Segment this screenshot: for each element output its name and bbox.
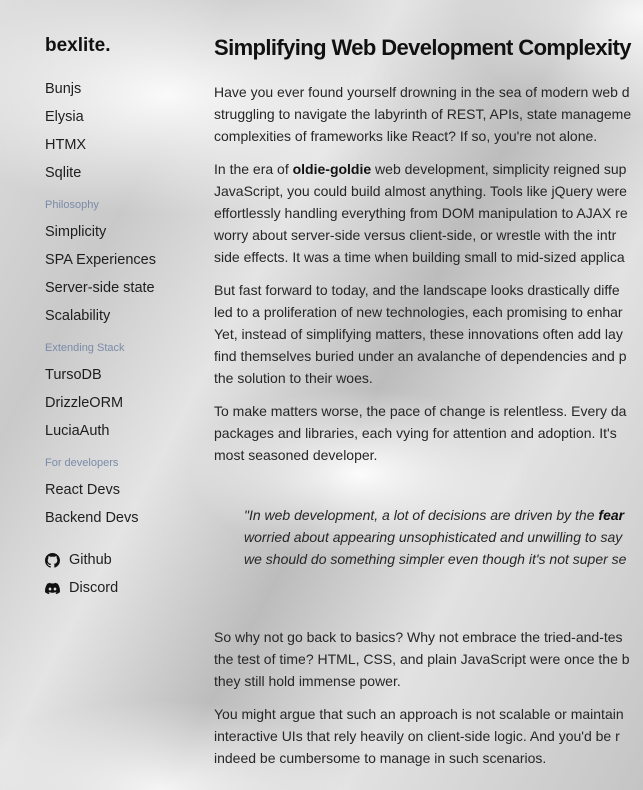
text-line: indeed be cumbersome to manage in such s… [214,750,547,766]
discord-label: Discord [69,580,119,596]
text-fragment: web development, simplicity reigned sup [371,161,627,177]
section-title-philosophy: Philosophy [45,199,99,211]
discord-icon [45,582,60,594]
sidebar-item-react-devs[interactable]: React Devs [45,476,205,504]
paragraph-oldie-goldie: In the era of oldie-goldie web developme… [214,158,643,268]
text-line: most seasoned developer. [214,447,378,463]
paragraph-landscape: But fast forward to today, and the lands… [214,279,643,389]
article: Simplifying Web Development Complexity H… [214,33,643,780]
section-title-extending-stack: Extending Stack [45,342,125,354]
paragraph-pace-of-change: To make matters worse, the pace of chang… [214,400,643,466]
sidebar-item-elysia[interactable]: Elysia [45,103,205,131]
sidebar-item-sqlite[interactable]: Sqlite [45,159,205,187]
text-fragment: In the era of [214,161,293,177]
developers-nav: React Devs Backend Devs [45,476,205,532]
sidebar-item-backend-devs[interactable]: Backend Devs [45,504,205,532]
text-line: To make matters worse, the pace of chang… [214,403,627,419]
section-title-for-developers: For developers [45,457,119,469]
blockquote: "In web development, a lot of decisions … [244,504,643,570]
github-label: Github [69,552,112,568]
text-line: the solution to their woes. [214,370,373,386]
text-line: Yet, instead of simplifying matters, the… [214,326,623,342]
sidebar-item-luciaauth[interactable]: LuciaAuth [45,417,205,445]
text-line: led to a proliferation of new technologi… [214,304,623,320]
paragraph-intro: Have you ever found yourself drowning in… [214,81,643,147]
sidebar-item-scalability[interactable]: Scalability [45,302,205,330]
discord-link[interactable]: Discord [45,574,205,602]
text-line: they still hold immense power. [214,673,401,689]
text-line: effortlessly handling everything from DO… [214,205,628,221]
text-fragment: "In web development, a lot of decisions … [244,507,599,523]
text-line: You might argue that such an approach is… [214,706,624,722]
text-line: "In web development, a lot of decisions … [244,504,643,526]
paragraph-scalability: You might argue that such an approach is… [214,703,643,769]
github-icon [45,552,60,568]
text-line: packages and libraries, each vying for a… [214,425,617,441]
sidebar-item-server-side-state[interactable]: Server-side state [45,274,205,302]
bold-term: oldie-goldie [292,161,372,177]
text-line: Have you ever found yourself drowning in… [214,84,630,100]
text-line: But fast forward to today, and the lands… [214,282,620,298]
site-logo[interactable]: bexlite. [45,34,205,58]
philosophy-nav: Simplicity SPA Experiences Server-side s… [45,218,205,330]
sidebar-item-simplicity[interactable]: Simplicity [45,218,205,246]
extending-stack-nav: TursoDB DrizzleORM LuciaAuth [45,361,205,445]
text-line: worry about server-side versus client-si… [214,227,617,243]
stack-nav: Bunjs Elysia HTMX Sqlite [45,75,205,187]
sidebar-item-spa-experiences[interactable]: SPA Experiences [45,246,205,274]
text-line: the test of time? HTML, CSS, and plain J… [214,651,630,667]
text-line: side effects. It was a time when buildin… [214,249,625,265]
sidebar-item-drizzleorm[interactable]: DrizzleORM [45,389,205,417]
paragraph-basics: So why not go back to basics? Why not em… [214,626,643,692]
github-link[interactable]: Github [45,546,205,574]
sidebar-item-htmx[interactable]: HTMX [45,131,205,159]
text-line: interactive UIs that rely heavily on cli… [214,728,620,744]
text-line: So why not go back to basics? Why not em… [214,629,623,645]
sidebar-item-bunjs[interactable]: Bunjs [45,75,205,103]
social-links: Github Discord [45,546,205,602]
text-line: find themselves buried under an avalanch… [214,348,627,364]
page-title: Simplifying Web Development Complexity [214,35,631,60]
text-line: In the era of oldie-goldie web developme… [214,158,643,180]
text-line: we should do something simpler even thou… [244,551,627,567]
text-line: struggling to navigate the labyrinth of … [214,106,632,122]
sidebar-item-tursodb[interactable]: TursoDB [45,361,205,389]
text-line: complexities of frameworks like React? I… [214,128,598,144]
text-line: worried about appearing unsophisticated … [244,529,623,545]
bold-term: fear [598,507,625,523]
text-line: JavaScript, you could build almost anyth… [214,183,627,199]
sidebar: bexlite. Bunjs Elysia HTMX Sqlite Philos… [45,34,205,602]
